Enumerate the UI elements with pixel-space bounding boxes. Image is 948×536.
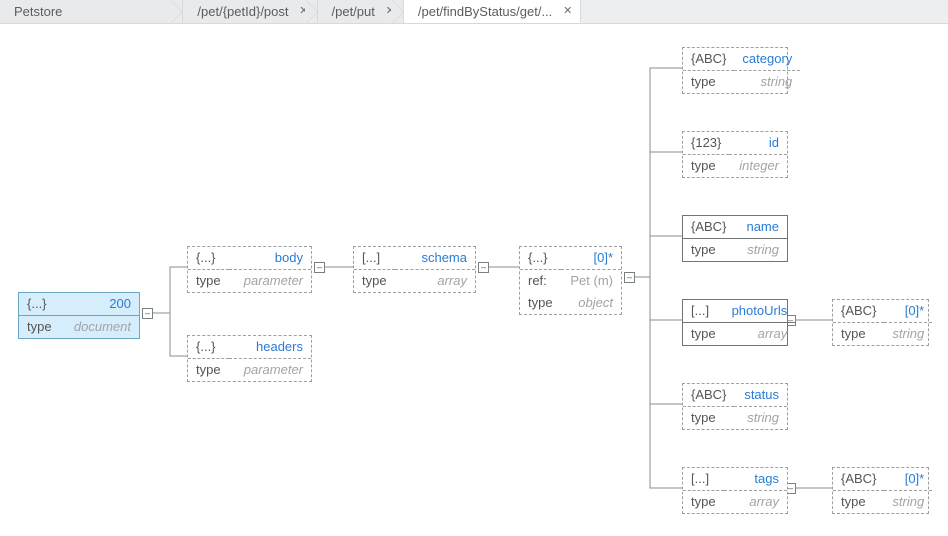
tab-findbystatus[interactable]: /pet/findByStatus/get/... ✕ — [404, 0, 581, 23]
kind-icon: {ABC} — [683, 216, 734, 239]
tab-pet-post[interactable]: /pet/{petId}/post ✕ — [183, 0, 317, 23]
toggle-icon[interactable]: – — [314, 262, 325, 273]
prop-val: parameter — [229, 270, 311, 293]
prop-val: parameter — [229, 359, 311, 382]
node-title: photoUrls — [724, 300, 796, 323]
prop-val: integer — [729, 155, 787, 178]
toggle-icon[interactable]: – — [142, 308, 153, 319]
prop-val: string — [734, 407, 787, 430]
node-tag-item[interactable]: {ABC} [0]* type string — [832, 467, 929, 514]
node-title: 200 — [60, 293, 139, 316]
node-photourls[interactable]: [...] photoUrls type array — [682, 299, 788, 346]
kind-icon: {...} — [188, 336, 229, 359]
prop-val: array — [724, 491, 787, 514]
node-root[interactable]: {...} 200 type document — [18, 292, 140, 339]
prop-val: array — [724, 323, 796, 346]
node-category[interactable]: {ABC} category type string — [682, 47, 788, 94]
toggle-icon[interactable]: – — [624, 272, 635, 283]
prop-key: type — [683, 491, 724, 514]
tab-bar: Petstore /pet/{petId}/post ✕ /pet/put ✕ … — [0, 0, 948, 24]
node-name[interactable]: {ABC} name type string — [682, 215, 788, 262]
node-body[interactable]: {...} body type parameter — [187, 246, 312, 293]
prop-key: type — [683, 239, 734, 262]
node-schema[interactable]: [...] schema type array — [353, 246, 476, 293]
prop-key: type — [833, 323, 884, 346]
node-title: [0]* — [884, 300, 932, 323]
prop-key: ref: — [520, 270, 561, 293]
kind-icon: [...] — [354, 247, 395, 270]
kind-icon: [...] — [683, 300, 724, 323]
prop-key: type — [520, 292, 561, 314]
tab-label: Petstore — [14, 4, 62, 19]
node-tags[interactable]: [...] tags type array — [682, 467, 788, 514]
kind-icon: {...} — [19, 293, 60, 316]
node-title: [0]* — [561, 247, 621, 270]
node-title: name — [734, 216, 787, 239]
node-title: tags — [724, 468, 787, 491]
prop-val: string — [884, 323, 932, 346]
prop-key: type — [683, 155, 729, 178]
node-status[interactable]: {ABC} status type string — [682, 383, 788, 430]
prop-val: string — [734, 239, 787, 262]
tab-label: /pet/findByStatus/get/... — [418, 4, 552, 19]
prop-key: type — [683, 323, 724, 346]
kind-icon: {ABC} — [683, 48, 734, 71]
prop-val: object — [561, 292, 621, 314]
prop-key: type — [833, 491, 884, 514]
kind-icon: {...} — [188, 247, 229, 270]
node-title: status — [734, 384, 787, 407]
prop-key: type — [683, 71, 734, 94]
node-title: schema — [395, 247, 475, 270]
prop-key: type — [19, 316, 60, 339]
prop-val: string — [884, 491, 932, 514]
node-headers[interactable]: {...} headers type parameter — [187, 335, 312, 382]
diagram-canvas: – – – – – – {...} 200 type document {...… — [0, 24, 948, 536]
prop-key: type — [683, 407, 734, 430]
kind-icon: {123} — [683, 132, 729, 155]
prop-val: array — [395, 270, 475, 293]
prop-val: string — [734, 71, 800, 94]
prop-val: document — [60, 316, 139, 339]
node-photo-item[interactable]: {ABC} [0]* type string — [832, 299, 929, 346]
node-title: body — [229, 247, 311, 270]
kind-icon: {ABC} — [833, 300, 884, 323]
kind-icon: {...} — [520, 247, 561, 270]
close-icon[interactable]: ✕ — [563, 4, 572, 17]
kind-icon: {ABC} — [833, 468, 884, 491]
tab-label: /pet/put — [332, 4, 375, 19]
toggle-icon[interactable]: – — [478, 262, 489, 273]
prop-key: type — [188, 359, 229, 382]
node-id[interactable]: {123} id type integer — [682, 131, 788, 178]
node-title: headers — [229, 336, 311, 359]
prop-key: type — [188, 270, 229, 293]
kind-icon: [...] — [683, 468, 724, 491]
node-title: [0]* — [884, 468, 932, 491]
tab-petstore[interactable]: Petstore — [0, 0, 183, 23]
node-title: id — [729, 132, 787, 155]
node-pet[interactable]: {...} [0]* ref: Pet (m) type object — [519, 246, 622, 315]
kind-icon: {ABC} — [683, 384, 734, 407]
prop-key: type — [354, 270, 395, 293]
tab-label: /pet/{petId}/post — [197, 4, 288, 19]
node-title: category — [734, 48, 800, 71]
prop-val: Pet (m) — [561, 270, 621, 293]
